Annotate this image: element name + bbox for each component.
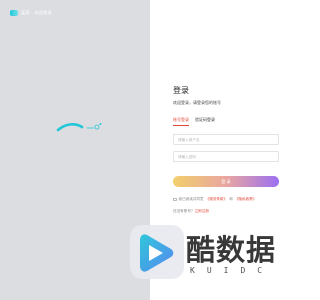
brand-mark-icon bbox=[10, 10, 18, 16]
login-button[interactable]: 登 录 bbox=[173, 176, 279, 187]
agree-and: 和 bbox=[229, 197, 233, 201]
agree-prefix: 我已阅读并同意 bbox=[178, 197, 204, 201]
brand-name: 某局 · 欢迎登录 bbox=[21, 10, 52, 15]
login-title: 登录 bbox=[173, 86, 189, 95]
agreement-row: 我已阅读并同意 《服务条款》 和 《隐私政策》 bbox=[173, 197, 256, 202]
watermark: 酷数据 KUIDC bbox=[130, 225, 280, 287]
register-link[interactable]: 立即注册 bbox=[195, 209, 209, 213]
left-panel: 某局 · 欢迎登录 bbox=[0, 0, 150, 300]
password-input[interactable] bbox=[173, 151, 279, 162]
play-logo-icon bbox=[140, 234, 174, 272]
watermark-subtitle: KUIDC bbox=[190, 266, 275, 275]
username-input[interactable] bbox=[173, 134, 279, 145]
terms-link[interactable]: 《服务条款》 bbox=[206, 197, 228, 202]
register-row: 还没有账号？立即注册 bbox=[173, 209, 209, 214]
wave-illustration-icon bbox=[56, 123, 102, 132]
privacy-link[interactable]: 《隐私政策》 bbox=[235, 197, 257, 202]
tab-code-login[interactable]: 验证码登录 bbox=[195, 117, 215, 126]
agree-checkbox[interactable] bbox=[173, 197, 177, 202]
login-tabs: 账号登录 验证码登录 bbox=[173, 117, 215, 126]
register-prefix: 还没有账号？ bbox=[173, 209, 195, 213]
brand: 某局 · 欢迎登录 bbox=[10, 10, 52, 16]
login-subtitle: 欢迎登录，请登录您的账号 bbox=[173, 100, 221, 105]
watermark-title: 酷数据 bbox=[186, 233, 277, 267]
tab-account-login[interactable]: 账号登录 bbox=[173, 117, 189, 126]
